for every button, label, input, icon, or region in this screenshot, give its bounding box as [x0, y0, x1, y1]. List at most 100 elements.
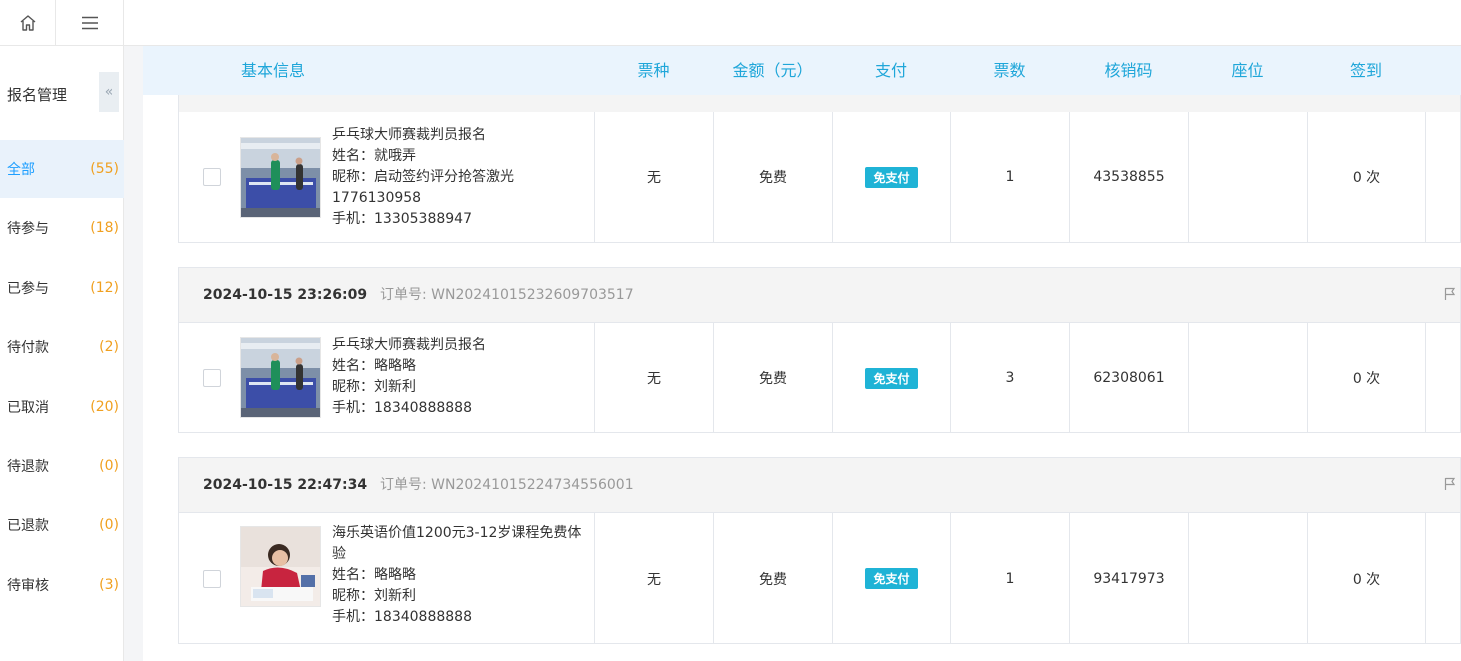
table-header: 基本信息 票种 金额（元） 支付 票数 核销码 座位 签到	[143, 46, 1461, 95]
attendee-name: 姓名：略略略	[332, 567, 416, 583]
checkin-cell: 0 次	[1308, 112, 1426, 242]
ticket-type-cell: 无	[595, 513, 714, 644]
quantity-cell: 1	[951, 112, 1070, 242]
amount-cell: 免费	[714, 112, 833, 242]
quantity-cell: 1	[951, 513, 1070, 644]
double-chevron-left-icon: «	[104, 84, 114, 100]
sidebar-item-attended[interactable]: 已参与 (12)	[0, 259, 124, 317]
event-title: 海乐英语价值1200元3-12岁课程免费体验	[332, 525, 582, 562]
payment-status-badge[interactable]: 免支付	[865, 367, 918, 389]
column-header-checkin: 签到	[1349, 61, 1382, 80]
sidebar-item-pending-attend[interactable]: 待参与 (18)	[0, 199, 124, 257]
sidebar-item-refunded[interactable]: 已退款 (0)	[0, 496, 124, 554]
orders-panel: 基本信息 票种 金额（元） 支付 票数 核销码 座位 签到 乒乓球大师赛裁判员报…	[143, 46, 1461, 661]
basic-info-cell: 海乐英语价值1200元3-12岁课程免费体验 姓名：略略略 昵称：刘新利 手机：…	[179, 513, 595, 644]
event-title: 乒乓球大师赛裁判员报名	[332, 337, 486, 353]
column-header-quantity: 票数	[993, 61, 1026, 80]
collapse-sidebar-button[interactable]: «	[99, 72, 119, 112]
table-tennis-photo-icon	[241, 338, 320, 417]
payment-status-badge[interactable]: 免支付	[865, 568, 918, 589]
column-header-seat: 座位	[1231, 61, 1264, 80]
order-time: 2024-10-15 22:47:34	[203, 477, 368, 493]
order-info-text: 海乐英语价值1200元3-12岁课程免费体验 姓名：略略略 昵称：刘新利 手机：…	[332, 523, 592, 628]
order-info-text: 乒乓球大师赛裁判员报名 姓名：就哦弄 昵称：启动签约评分抢答激光 1776130…	[332, 125, 592, 230]
home-icon	[20, 15, 35, 31]
checkin-cell: 0 次	[1308, 513, 1426, 644]
sidebar-item-count: (20)	[90, 399, 119, 415]
column-header-payment: 支付	[874, 61, 907, 80]
order-card: 2024-10-15 23:26:09 订单号: WN2024101523260…	[178, 267, 1461, 433]
attendee-phone: 手机：18340888888	[332, 609, 472, 625]
sidebar-item-count: (3)	[99, 577, 119, 593]
table-row: 乒乓球大师赛裁判员报名 姓名：就哦弄 昵称：启动签约评分抢答激光 1776130…	[179, 112, 1460, 242]
basic-info-cell: 乒乓球大师赛裁判员报名 姓名：就哦弄 昵称：启动签约评分抢答激光 1776130…	[179, 112, 595, 242]
order-header-partial	[179, 95, 1460, 112]
attendee-nickname: 昵称：启动签约评分抢答激光	[332, 168, 514, 185]
table-row: 海乐英语价值1200元3-12岁课程免费体验 姓名：略略略 昵称：刘新利 手机：…	[179, 513, 1460, 644]
payment-cell: 免支付	[833, 513, 951, 644]
verify-code-cell: 62308061	[1070, 323, 1189, 433]
seat-cell	[1189, 323, 1308, 433]
order-number: 订单号: WN20241015224734556001	[380, 477, 634, 493]
sidebar-item-pending-payment[interactable]: 待付款 (2)	[0, 318, 124, 376]
sidebar-item-label: 已参与	[7, 281, 49, 297]
column-header-verify-code: 核销码	[1104, 61, 1153, 80]
event-thumbnail	[240, 526, 321, 607]
sidebar-title: 报名管理	[7, 86, 68, 104]
event-title: 乒乓球大师赛裁判员报名	[332, 126, 486, 143]
attendee-nickname: 昵称：刘新利	[332, 588, 416, 604]
event-thumbnail	[240, 136, 321, 218]
attendee-phone: 手机：13305388947	[332, 210, 472, 227]
sidebar-item-count: (55)	[90, 161, 119, 177]
sidebar-item-all[interactable]: 全部 (55)	[0, 140, 124, 198]
seat-cell	[1189, 513, 1308, 644]
verify-code-cell: 43538855	[1070, 112, 1189, 242]
sidebar-item-count: (0)	[99, 458, 119, 474]
quantity-cell: 3	[951, 323, 1070, 433]
column-header-ticket-type: 票种	[637, 61, 670, 80]
attendee-name: 姓名：就哦弄	[332, 147, 416, 164]
menu-toggle-button[interactable]	[56, 0, 124, 46]
sidebar-item-pending-refund[interactable]: 待退款 (0)	[0, 437, 124, 495]
main-content: 基本信息 票种 金额（元） 支付 票数 核销码 座位 签到 乒乓球大师赛裁判员报…	[124, 46, 1461, 661]
ticket-type-cell: 无	[595, 112, 714, 242]
row-checkbox[interactable]	[203, 369, 221, 387]
hamburger-menu-icon	[81, 16, 98, 30]
sidebar-item-label: 全部	[7, 162, 35, 178]
checkin-cell: 0 次	[1308, 323, 1426, 433]
sidebar-item-label: 已退款	[7, 518, 49, 534]
sidebar-item-label: 待付款	[7, 340, 49, 356]
flag-icon[interactable]	[1444, 477, 1456, 491]
sidebar-item-label: 待参与	[7, 221, 49, 237]
table-row: 乒乓球大师赛裁判员报名 姓名：略略略 昵称：刘新利 手机：18340888888…	[179, 323, 1460, 433]
order-info-text: 乒乓球大师赛裁判员报名 姓名：略略略 昵称：刘新利 手机：18340888888	[332, 335, 592, 419]
amount-cell: 免费	[714, 323, 833, 433]
sidebar: 报名管理 « 全部 (55) 待参与 (18) 已参与 (12) 待付款 (2)…	[0, 46, 124, 661]
sidebar-item-pending-review[interactable]: 待审核 (3)	[0, 556, 124, 614]
attendee-nickname: 昵称：刘新利	[332, 379, 416, 395]
sidebar-item-label: 待退款	[7, 459, 49, 475]
row-checkbox[interactable]	[203, 569, 221, 588]
sidebar-item-count: (12)	[90, 280, 119, 296]
amount-cell: 免费	[714, 513, 833, 644]
sidebar-item-cancelled[interactable]: 已取消 (20)	[0, 378, 124, 436]
order-card: 2024-10-15 22:47:34 订单号: WN2024101522473…	[178, 457, 1461, 644]
payment-cell: 免支付	[833, 323, 951, 433]
seat-cell	[1189, 112, 1308, 242]
ticket-type-cell: 无	[595, 323, 714, 433]
order-card: 乒乓球大师赛裁判员报名 姓名：就哦弄 昵称：启动签约评分抢答激光 1776130…	[178, 95, 1461, 243]
home-button[interactable]	[0, 0, 56, 46]
order-header: 2024-10-15 23:26:09 订单号: WN2024101523260…	[179, 268, 1460, 323]
sidebar-item-label: 待审核	[7, 578, 49, 594]
column-header-basic-info: 基本信息	[240, 61, 305, 80]
flag-icon[interactable]	[1444, 287, 1456, 301]
sidebar-item-label: 已取消	[7, 400, 49, 416]
row-checkbox[interactable]	[203, 168, 221, 186]
attendee-name: 姓名：略略略	[332, 358, 416, 374]
attendee-phone: 手机：18340888888	[332, 400, 472, 416]
verify-code-cell: 93417973	[1070, 513, 1189, 644]
sidebar-item-count: (2)	[99, 339, 119, 355]
payment-status-badge[interactable]: 免支付	[865, 166, 918, 188]
basic-info-cell: 乒乓球大师赛裁判员报名 姓名：略略略 昵称：刘新利 手机：18340888888	[179, 323, 595, 433]
sidebar-item-count: (18)	[90, 220, 119, 236]
